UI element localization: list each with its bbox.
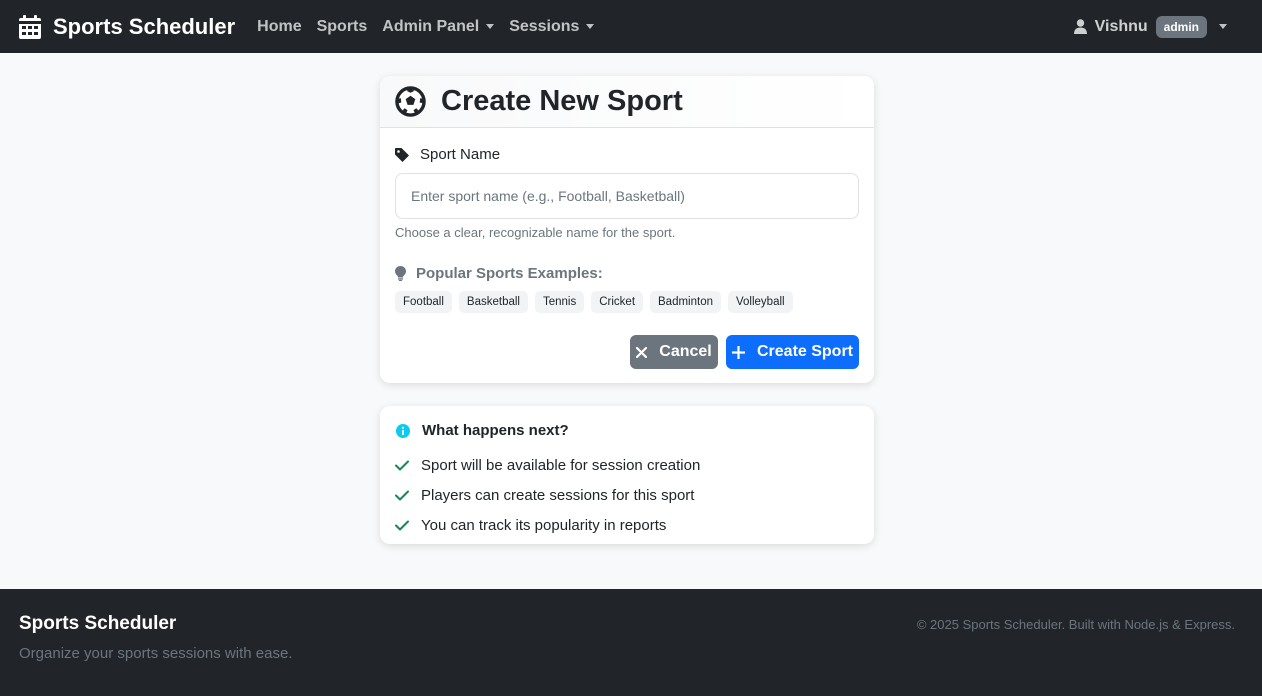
nav-dropdown-sessions[interactable]: Sessions [509, 17, 595, 36]
tag-icon [395, 147, 409, 162]
nav-link-home[interactable]: Home [257, 18, 301, 36]
list-item: Sport will be available for session crea… [395, 450, 700, 480]
info-icon [396, 423, 410, 438]
examples-title: Popular Sports Examples: [395, 265, 603, 282]
next-steps-title-text: What happens next? [422, 422, 569, 439]
next-steps-title: What happens next? [396, 422, 569, 439]
sport-example-chip[interactable]: Badminton [650, 291, 721, 313]
list-item-text: You can track its popularity in reports [421, 516, 667, 534]
sport-name-input[interactable] [395, 173, 859, 219]
brand-name: Sports Scheduler [53, 13, 236, 39]
nav-dropdown-admin-panel[interactable]: Admin Panel [382, 17, 495, 36]
nav-link-label: Sports [316, 17, 368, 35]
sport-name-label-text: Sport Name [420, 146, 501, 163]
check-icon [395, 490, 409, 500]
sport-example-chip[interactable]: Cricket [591, 291, 644, 313]
check-icon [395, 520, 409, 530]
list-item: Players can create sessions for this spo… [395, 480, 700, 510]
check-icon [395, 460, 409, 470]
calendar-icon [19, 14, 41, 39]
next-steps-list: Sport will be available for session crea… [395, 450, 700, 540]
plus-icon [731, 345, 745, 359]
create-sport-card: Create New Sport Sport Name Choose a cle… [380, 76, 874, 383]
sport-example-chip[interactable]: Basketball [458, 291, 528, 313]
create-sport-button[interactable]: Create Sport [726, 335, 859, 369]
examples-title-text: Popular Sports Examples: [416, 265, 603, 282]
page-footer: Sports Scheduler Organize your sports se… [0, 589, 1262, 696]
sport-examples-list: Football Basketball Tennis Cricket Badmi… [395, 291, 800, 313]
user-icon [1073, 19, 1087, 34]
cancel-button[interactable]: Cancel [630, 335, 718, 369]
next-steps-card: What happens next? Sport will be availab… [380, 406, 874, 544]
list-item-text: Players can create sessions for this spo… [421, 486, 695, 504]
sport-example-chip[interactable]: Volleyball [728, 291, 793, 313]
user-menu-dropdown[interactable]: Vishnu admin [1073, 0, 1227, 53]
nav-link-sports[interactable]: Sports [317, 18, 368, 36]
cancel-button-label: Cancel [659, 343, 712, 360]
caret-down-icon [586, 24, 595, 29]
user-name: Vishnu [1094, 17, 1148, 35]
list-item: You can track its popularity in reports [395, 510, 700, 540]
role-badge: admin [1155, 15, 1207, 38]
lightbulb-icon [395, 266, 406, 281]
footer-tagline: Organize your sports sessions with ease. [19, 645, 293, 662]
page-title: Create New Sport [441, 85, 683, 117]
sport-example-chip[interactable]: Football [395, 291, 452, 313]
caret-down-icon [486, 24, 495, 29]
card-header: Create New Sport [380, 76, 874, 128]
create-button-label: Create Sport [756, 343, 854, 360]
footer-copyright: © 2025 Sports Scheduler. Built with Node… [916, 617, 1235, 632]
soccer-ball-icon [395, 86, 426, 117]
footer-title: Sports Scheduler [19, 613, 177, 634]
sport-name-label: Sport Name [395, 146, 500, 163]
list-item-text: Sport will be available for session crea… [421, 456, 701, 474]
sport-name-help: Choose a clear, recognizable name for th… [395, 225, 676, 240]
top-navbar: Sports Scheduler Home Sports Admin Panel… [0, 0, 1262, 53]
close-icon [636, 346, 648, 358]
sport-example-chip[interactable]: Tennis [534, 291, 585, 313]
caret-down-icon [1219, 24, 1227, 29]
nav-link-label: Admin Panel [382, 17, 480, 35]
nav-link-label: Home [257, 17, 302, 35]
brand[interactable]: Sports Scheduler [19, 14, 235, 40]
nav-link-label: Sessions [509, 17, 580, 35]
